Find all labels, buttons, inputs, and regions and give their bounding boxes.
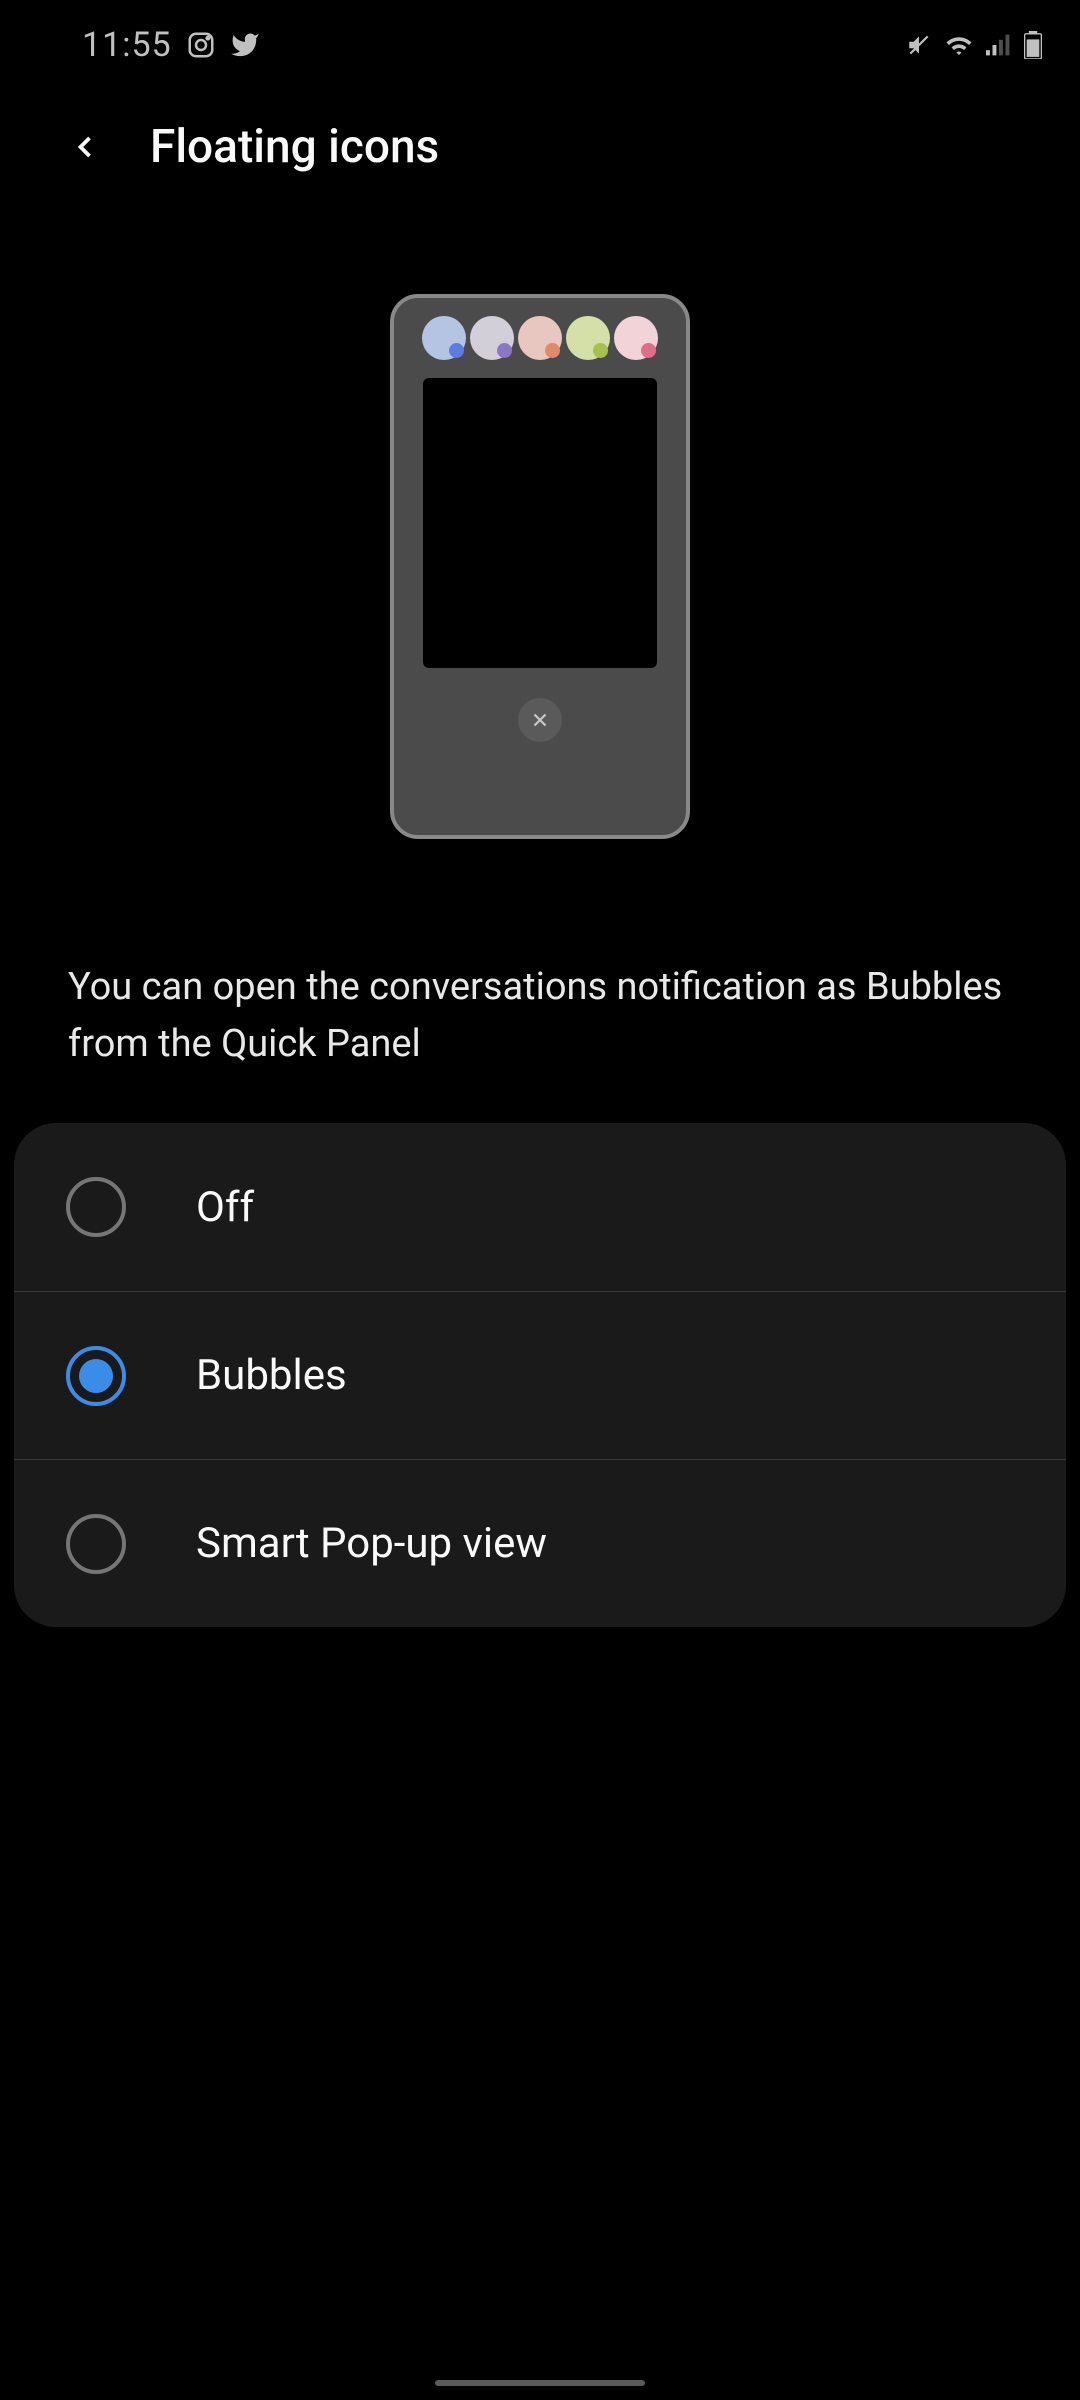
- bubble-icon: [566, 316, 610, 360]
- radio-bubbles[interactable]: [66, 1346, 126, 1406]
- bubble-icon: [422, 316, 466, 360]
- instagram-icon: [186, 30, 216, 60]
- status-bar: 11:55: [0, 0, 1080, 70]
- phone-mock: [390, 294, 690, 839]
- option-label: Off: [196, 1183, 254, 1232]
- bubble-icon: [518, 316, 562, 360]
- options-card: Off Bubbles Smart Pop-up view: [14, 1123, 1066, 1627]
- status-left: 11:55: [82, 25, 260, 65]
- battery-icon: [1024, 31, 1042, 59]
- preview-illustration: [0, 204, 1080, 899]
- radio-off[interactable]: [66, 1177, 126, 1237]
- bubble-icon: [470, 316, 514, 360]
- close-icon: [518, 698, 562, 742]
- radio-smart-popup[interactable]: [66, 1514, 126, 1574]
- status-right: [906, 31, 1042, 59]
- header: Floating icons: [0, 70, 1080, 204]
- bubble-icon: [614, 316, 658, 360]
- chevron-left-icon: [67, 129, 103, 165]
- bubble-row: [416, 316, 664, 360]
- description-text: You can open the conversations notificat…: [0, 899, 1080, 1113]
- nav-indicator: [435, 2380, 645, 2386]
- option-label: Bubbles: [196, 1351, 347, 1400]
- option-label: Smart Pop-up view: [196, 1519, 547, 1568]
- option-off[interactable]: Off: [14, 1123, 1066, 1291]
- page-title: Floating icons: [150, 120, 439, 174]
- twitter-icon: [230, 30, 260, 60]
- status-time: 11:55: [82, 25, 172, 65]
- signal-icon: [986, 32, 1012, 58]
- phone-screen-area: [423, 378, 657, 668]
- mute-icon: [906, 32, 932, 58]
- option-smart-popup[interactable]: Smart Pop-up view: [14, 1459, 1066, 1627]
- wifi-icon: [944, 32, 974, 58]
- option-bubbles[interactable]: Bubbles: [14, 1291, 1066, 1459]
- back-button[interactable]: [60, 122, 110, 172]
